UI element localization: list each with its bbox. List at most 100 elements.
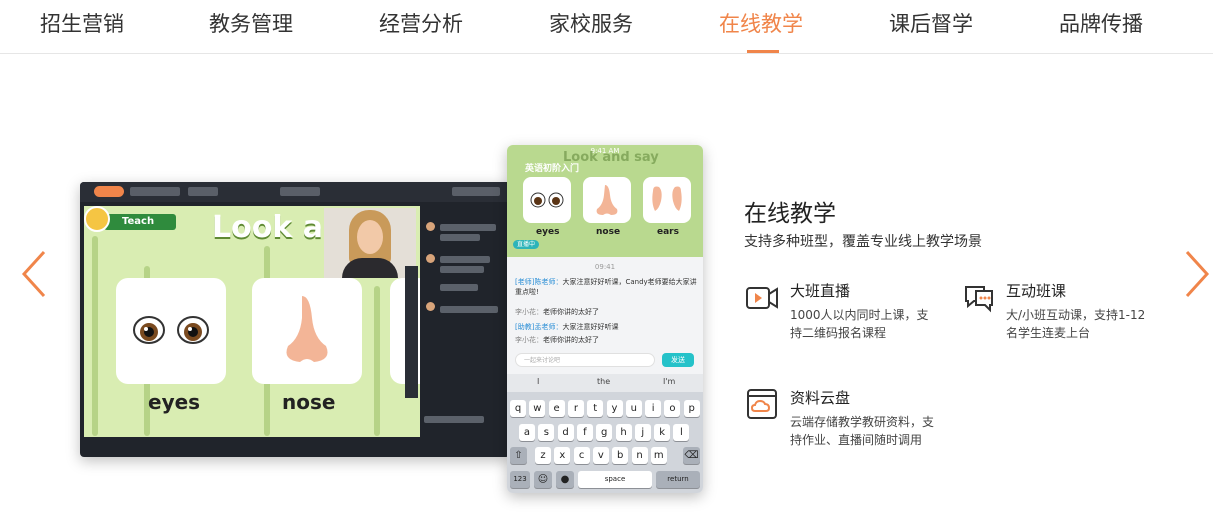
teacher-face (357, 220, 383, 254)
chevron-right-icon (1185, 250, 1210, 298)
teacher-body (342, 258, 398, 278)
live-video-icon (745, 281, 779, 315)
tab-after-class-supervision[interactable]: 课后督学 (889, 8, 973, 38)
key-e[interactable]: e (548, 400, 565, 417)
chat-message-4: 李小花：老师你讲的太好了 (515, 335, 697, 345)
word-eyes: eyes (148, 390, 201, 414)
numbers-key[interactable]: 123 (510, 471, 530, 488)
desktop-toolbar-item (130, 187, 180, 196)
chat-sender: 李小花： (515, 336, 543, 344)
desktop-toolbar-item (280, 187, 320, 196)
tab-brand-promotion[interactable]: 品牌传播 (1059, 8, 1143, 38)
desktop-window-controls (452, 187, 500, 196)
desktop-toolbar (80, 182, 510, 202)
tab-online-teaching[interactable]: 在线教学 (719, 8, 803, 38)
desktop-start-pill (94, 186, 124, 197)
tab-enrollment-marketing[interactable]: 招生营销 (40, 8, 124, 38)
key-d[interactable]: d (557, 424, 574, 441)
chevron-left-icon (21, 250, 46, 298)
phone-course-title: 英语初阶入门 (525, 164, 580, 174)
key-r[interactable]: r (567, 400, 584, 417)
cloud-drive-icon (745, 387, 779, 421)
key-v[interactable]: v (592, 447, 609, 464)
section-title: 在线教学 (744, 201, 836, 227)
chat-message (440, 284, 478, 291)
key-z[interactable]: z (535, 447, 551, 464)
key-x[interactable]: x (554, 447, 571, 464)
phone-word-eyes: eyes (536, 227, 560, 237)
key-p[interactable]: p (683, 400, 700, 417)
space-key[interactable]: space (578, 471, 652, 488)
nose-icon (286, 296, 328, 362)
chat-message (440, 234, 480, 241)
carousel-prev-button[interactable] (18, 248, 48, 300)
tab-academic-management[interactable]: 教务管理 (209, 8, 293, 38)
chat-text: 大家注意好好听课 (562, 323, 619, 331)
eyes-icon (133, 316, 209, 344)
tab-home-school-service[interactable]: 家校服务 (549, 8, 633, 38)
chat-message-1: [老师]陈老师：大家注意好好听课，Candy老师要给大家讲重点啦! (515, 277, 697, 297)
live-status-badge: 直播中 (513, 240, 539, 249)
feature-desc-cloud-drive: 云端存储教学教研资料，支持作业、直播间随时调用 (790, 415, 935, 447)
chat-message (440, 256, 490, 263)
emoji-key[interactable]: ☺ (534, 471, 552, 488)
key-w[interactable]: w (529, 400, 546, 417)
chat-sender: [助教]孟老师： (515, 323, 563, 331)
key-j[interactable]: j (634, 424, 651, 441)
ears-icon (652, 186, 682, 211)
tab-business-analysis[interactable]: 经营分析 (379, 8, 463, 38)
key-f[interactable]: f (576, 424, 593, 441)
carousel-next-button[interactable] (1183, 248, 1213, 300)
chat-sender: 李小花： (515, 308, 543, 316)
key-g[interactable]: g (596, 424, 613, 441)
key-y[interactable]: y (606, 400, 623, 417)
key-m[interactable]: m (650, 447, 667, 464)
send-button[interactable]: 发送 (662, 353, 694, 367)
phone-word-ears: ears (657, 227, 679, 237)
chat-timestamp: 09:41 (594, 263, 616, 271)
chat-text: 老师你讲的太好了 (543, 336, 599, 344)
phone-ears-card (643, 177, 691, 223)
feature-title-cloud-drive: 资料云盘 (790, 389, 851, 407)
chat-input[interactable] (424, 416, 484, 423)
key-t[interactable]: t (587, 400, 604, 417)
key-a[interactable]: a (519, 424, 535, 441)
microphone-icon[interactable]: ● (556, 471, 574, 488)
chat-text: 老师你讲的太好了 (543, 308, 599, 316)
suggestion[interactable]: I (537, 377, 539, 386)
key-c[interactable]: c (573, 447, 590, 464)
key-h[interactable]: h (615, 424, 632, 441)
phone-eyes-card (523, 177, 571, 223)
chat-input[interactable]: 一起来讨论吧 (515, 353, 655, 367)
chat-avatar (426, 222, 435, 231)
chat-avatar (426, 254, 435, 263)
nose-card (252, 278, 362, 384)
key-k[interactable]: k (654, 424, 671, 441)
key-s[interactable]: s (538, 424, 555, 441)
backspace-key[interactable]: ⌫ (683, 447, 700, 464)
chat-sender: [老师]陈老师： (515, 278, 563, 286)
key-o[interactable]: o (664, 400, 681, 417)
key-n[interactable]: n (631, 447, 648, 464)
section-subtitle: 支持多种班型，覆盖专业线上教学场景 (744, 234, 982, 250)
return-key[interactable]: return (656, 471, 700, 488)
phone-lesson-area: 9:41 AM Look and say 英语初阶入门 eyes nose ea… (507, 145, 703, 257)
chat-message-2: 李小花：老师你讲的太好了 (515, 307, 697, 317)
phone-word-nose: nose (596, 227, 621, 237)
key-u[interactable]: u (625, 400, 642, 417)
suggestion[interactable]: the (597, 377, 610, 386)
phone-classroom-screenshot: 9:41 AM Look and say 英语初阶入门 eyes nose ea… (507, 145, 703, 493)
key-i[interactable]: i (645, 400, 662, 417)
bamboo-decoration (92, 236, 98, 436)
shift-key[interactable]: ⇧ (510, 447, 527, 464)
feature-title-interactive-class: 互动班课 (1006, 282, 1067, 300)
keyboard-suggestions: I the I'm (507, 374, 703, 392)
onscreen-keyboard: I the I'm qwertyuiop asdfghjkl zxcvbnm ⇧… (507, 374, 703, 493)
chat-message-3: [助教]孟老师：大家注意好好听课 (515, 322, 697, 332)
key-b[interactable]: b (612, 447, 629, 464)
key-q[interactable]: q (510, 400, 526, 417)
word-nose: nose (282, 390, 336, 414)
suggestion[interactable]: I'm (663, 377, 675, 386)
key-l[interactable]: l (673, 424, 690, 441)
desktop-toolbar-item (188, 187, 218, 196)
